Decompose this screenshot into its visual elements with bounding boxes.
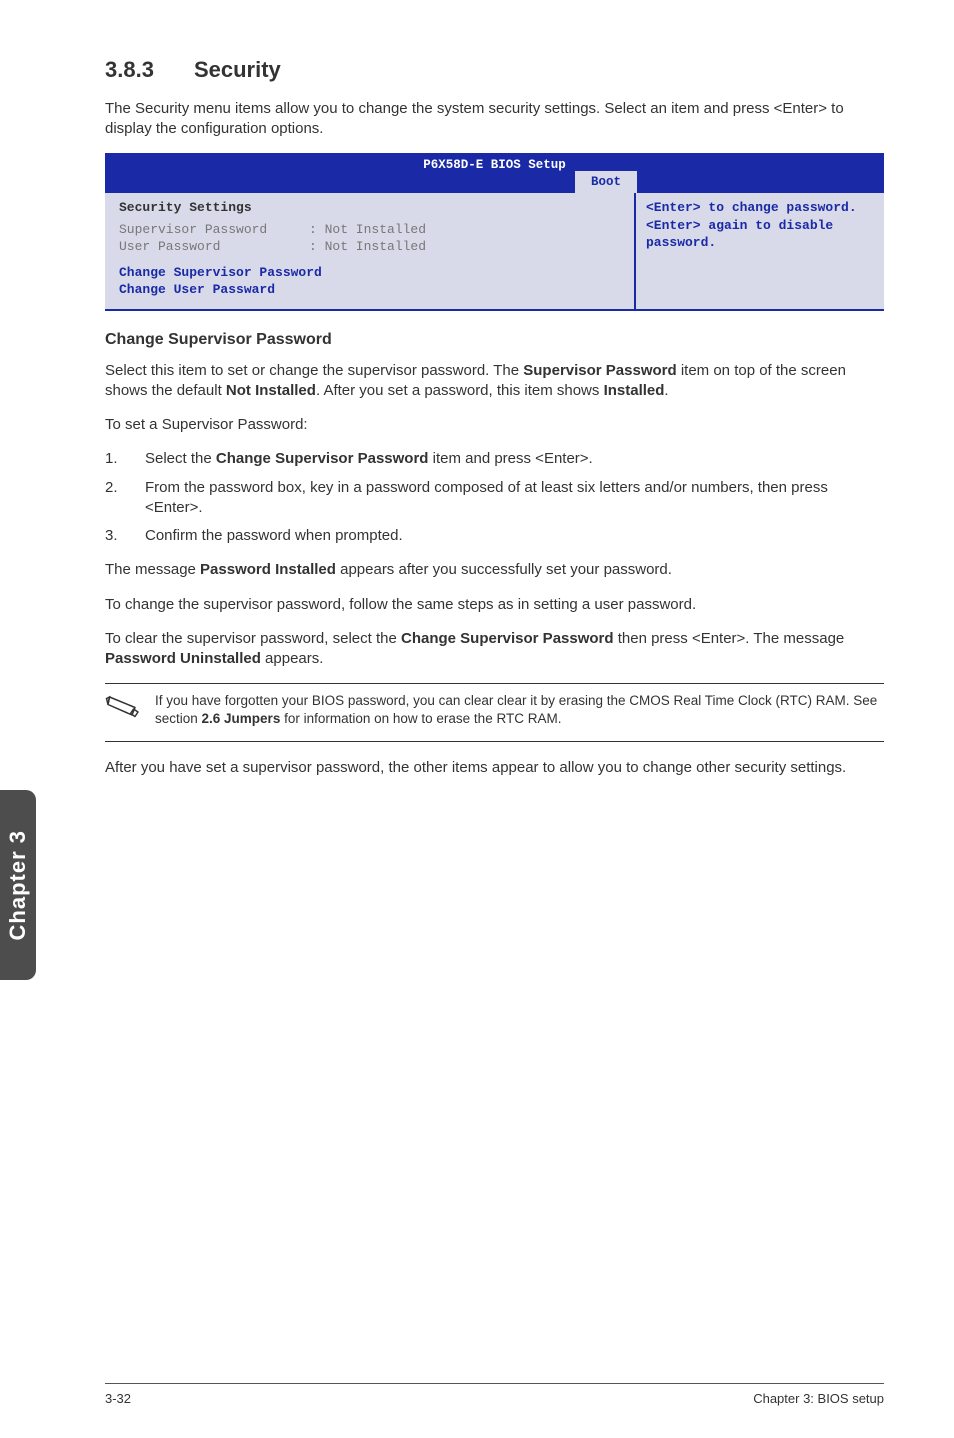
text: appears after you successfully set your … — [336, 561, 672, 578]
bios-help-enter2: <Enter> — [646, 218, 701, 233]
list-item: 2. From the password box, key in a passw… — [105, 478, 884, 519]
step-text: Confirm the password when prompted. — [145, 526, 403, 546]
intro-paragraph: The Security menu items allow you to cha… — [105, 99, 884, 140]
step-text: From the password box, key in a password… — [145, 478, 884, 519]
bold-text: Supervisor Password — [523, 362, 676, 379]
step-number: 3. — [105, 526, 145, 546]
paragraph: After you have set a supervisor password… — [105, 758, 884, 778]
bold-text: Change Supervisor Password — [401, 630, 614, 647]
text: . — [664, 382, 668, 399]
paragraph: To change the supervisor password, follo… — [105, 595, 884, 615]
step-text: Select the Change Supervisor Password it… — [145, 449, 593, 469]
chapter-label: Chapter 3 — [3, 830, 33, 940]
text: appears. — [261, 650, 324, 667]
bios-row-user: User Password : Not Installed — [119, 238, 620, 256]
note-block: If you have forgotten your BIOS password… — [105, 683, 884, 741]
subheading-change-supervisor: Change Supervisor Password — [105, 329, 884, 351]
bios-security-settings-title: Security Settings — [119, 199, 620, 217]
section-title: Security — [194, 57, 281, 82]
paragraph: The message Password Installed appears a… — [105, 560, 884, 580]
page-footer: 3-32 Chapter 3: BIOS setup — [105, 1383, 884, 1408]
paragraph: To clear the supervisor password, select… — [105, 629, 884, 670]
bios-label: Supervisor Password — [119, 221, 309, 239]
bold-text: Password Uninstalled — [105, 650, 261, 667]
bold-text: 2.6 Jumpers — [202, 711, 281, 726]
paragraph: To set a Supervisor Password: — [105, 415, 884, 435]
bios-help-text1: to change password. — [701, 200, 857, 215]
bios-title: P6X58D-E BIOS Setup — [105, 155, 884, 174]
text: item and press <Enter>. — [428, 450, 592, 467]
bios-label: User Password — [119, 238, 309, 256]
bios-right-pane: <Enter> to change password. <Enter> agai… — [636, 193, 884, 309]
bios-change-supervisor: Change Supervisor Password — [119, 264, 620, 282]
chapter-side-tab: Chapter 3 — [0, 790, 36, 980]
note-pencil-icon — [105, 692, 155, 730]
bios-body: Security Settings Supervisor Password : … — [105, 193, 884, 309]
text: . After you set a password, this item sh… — [316, 382, 604, 399]
bios-value: : Not Installed — [309, 238, 426, 256]
list-item: 1. Select the Change Supervisor Password… — [105, 449, 884, 469]
text: To clear the supervisor password, select… — [105, 630, 401, 647]
footer-chapter: Chapter 3: BIOS setup — [753, 1390, 884, 1408]
bios-screenshot: P6X58D-E BIOS Setup Boot Security Settin… — [105, 153, 884, 311]
bios-header: P6X58D-E BIOS Setup Boot — [105, 155, 884, 193]
section-number: 3.8.3 — [105, 55, 154, 85]
bold-text: Not Installed — [226, 382, 316, 399]
bold-text: Installed — [604, 382, 665, 399]
bios-left-pane: Security Settings Supervisor Password : … — [105, 193, 636, 309]
text: for information on how to erase the RTC … — [280, 711, 561, 726]
bios-value: : Not Installed — [309, 221, 426, 239]
bios-change-user: Change User Passward — [119, 281, 620, 299]
page-number: 3-32 — [105, 1390, 131, 1408]
bios-tab-boot: Boot — [573, 169, 639, 193]
step-number: 2. — [105, 478, 145, 519]
section-heading: 3.8.3 Security — [105, 55, 884, 85]
list-item: 3. Confirm the password when prompted. — [105, 526, 884, 546]
text: Select this item to set or change the su… — [105, 362, 523, 379]
note-text: If you have forgotten your BIOS password… — [155, 692, 884, 730]
bold-text: Password Installed — [200, 561, 336, 578]
text: then press <Enter>. The message — [614, 630, 845, 647]
paragraph: Select this item to set or change the su… — [105, 361, 884, 402]
bold-text: Change Supervisor Password — [216, 450, 429, 467]
steps-list: 1. Select the Change Supervisor Password… — [105, 449, 884, 546]
bios-row-supervisor: Supervisor Password : Not Installed — [119, 221, 620, 239]
step-number: 1. — [105, 449, 145, 469]
text: Select the — [145, 450, 216, 467]
text: The message — [105, 561, 200, 578]
bios-help-enter1: <Enter> — [646, 200, 701, 215]
